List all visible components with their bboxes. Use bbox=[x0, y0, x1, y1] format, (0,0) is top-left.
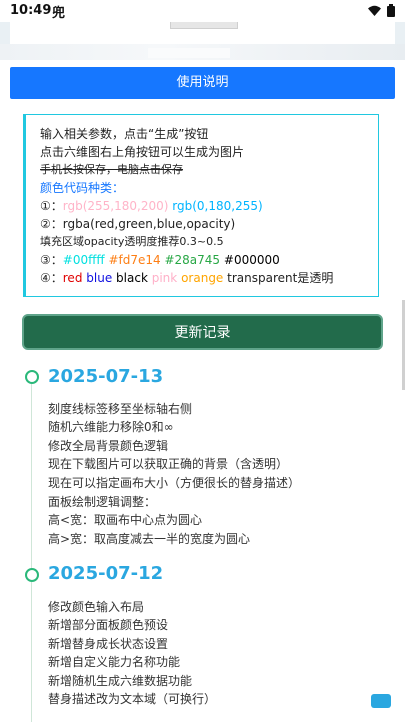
marker-2: ②： bbox=[40, 217, 63, 231]
changelog-item: 修改颜色输入布局 bbox=[48, 600, 145, 614]
marker-4: ④： bbox=[40, 271, 63, 285]
changelog-item: 随机六维能力移除0和∞ bbox=[48, 420, 174, 434]
changelog-item: 修改全局背景颜色逻辑 bbox=[48, 439, 169, 453]
changelog-item: 新增随机生成六维数据功能 bbox=[48, 674, 193, 688]
changelog-item: 新增替身成长状态设置 bbox=[48, 637, 169, 651]
fill-opacity-note: 填充区域opacity透明度推荐0.3~0.5 bbox=[40, 235, 224, 248]
changelog-item: 新增自定义能力名称功能 bbox=[48, 655, 181, 669]
status-time: 10:49 bbox=[10, 3, 52, 18]
changelog-item: 面板绘制逻辑调整： bbox=[48, 495, 157, 509]
color-type-4: ④：red blue black pink orange transparent… bbox=[40, 269, 378, 287]
sample-rgba: rgba(red,green,blue,opacity) bbox=[62, 217, 236, 231]
sample-rgb-blue: rgb(0,180,255) bbox=[172, 199, 263, 213]
sample-name-orange: orange bbox=[181, 271, 224, 285]
changelog-item: 高<宽：取画布中心点为圆心 bbox=[48, 513, 203, 527]
color-type-1: ①：rgb(255,180,200) rgb(0,180,255) bbox=[40, 197, 378, 215]
changelog-item: 新增部分面板颜色预设 bbox=[48, 618, 169, 632]
changelog-button[interactable]: 更新记录 bbox=[22, 314, 383, 350]
battery-icon bbox=[387, 4, 395, 17]
sample-hex-black: #000000 bbox=[223, 253, 280, 267]
floating-action-button[interactable] bbox=[371, 694, 391, 708]
instructions-box: 输入相关参数，点击“生成”按钮 点击六维图右上角按钮可以生成为图片 手机长按保存… bbox=[23, 114, 379, 297]
divider-highlight bbox=[148, 48, 230, 58]
timeline-line bbox=[31, 384, 32, 574]
changelog-item: 现在下载图片可以获取正确的背景（含透明） bbox=[48, 457, 289, 471]
instruction-line-deprecated: 手机长按保存，电脑点击保存 bbox=[40, 163, 183, 176]
color-types-title: 颜色代码种类： bbox=[40, 181, 125, 195]
timeline-dot bbox=[25, 568, 39, 582]
sample-name-red: red bbox=[62, 271, 83, 285]
marker-1: ①： bbox=[40, 199, 63, 213]
sample-hex-green: #28a745 bbox=[164, 253, 221, 267]
sample-name-black: black bbox=[116, 271, 148, 285]
changelog-item: 高>宽：取高度减去一半的宽度为圆心 bbox=[48, 532, 251, 546]
instruction-line: 点击六维图右上角按钮可以生成为图片 bbox=[40, 145, 245, 159]
timeline-line bbox=[31, 582, 32, 722]
marker-3: ③： bbox=[40, 253, 63, 267]
wifi-icon bbox=[368, 5, 381, 16]
app-notification-icon: 兜 bbox=[52, 6, 66, 21]
sample-hex-cyan: #00ffff bbox=[62, 253, 105, 267]
changelog-item: 现在可以指定画布大小（方便很长的替身描述） bbox=[48, 476, 301, 490]
color-type-2: ②：rgba(red,green,blue,opacity) bbox=[40, 215, 378, 233]
changelog-item: 替身描述改为文本域（可换行） bbox=[48, 692, 217, 706]
status-bar: 10:49 兜 bbox=[0, 0, 405, 22]
changelog-item: 刻度线标签移至坐标轴右侧 bbox=[48, 402, 193, 416]
sample-name-blue: blue bbox=[86, 271, 113, 285]
changelog-date: 2025-07-13 bbox=[48, 366, 164, 387]
help-button[interactable]: 使用说明 bbox=[10, 67, 395, 99]
sample-name-transparent: transparent是透明 bbox=[227, 271, 334, 285]
sample-name-pink: pink bbox=[151, 271, 178, 285]
sample-rgb-pink: rgb(255,180,200) bbox=[62, 199, 169, 213]
color-type-3: ③：#00ffff #fd7e14 #28a745 #000000 bbox=[40, 251, 378, 269]
changelog-date: 2025-07-12 bbox=[48, 563, 164, 584]
instruction-line: 输入相关参数，点击“生成”按钮 bbox=[40, 127, 209, 141]
top-button-stub[interactable] bbox=[170, 22, 238, 29]
sample-hex-orange: #fd7e14 bbox=[108, 253, 161, 267]
status-icons bbox=[368, 4, 395, 17]
timeline-dot bbox=[25, 370, 39, 384]
